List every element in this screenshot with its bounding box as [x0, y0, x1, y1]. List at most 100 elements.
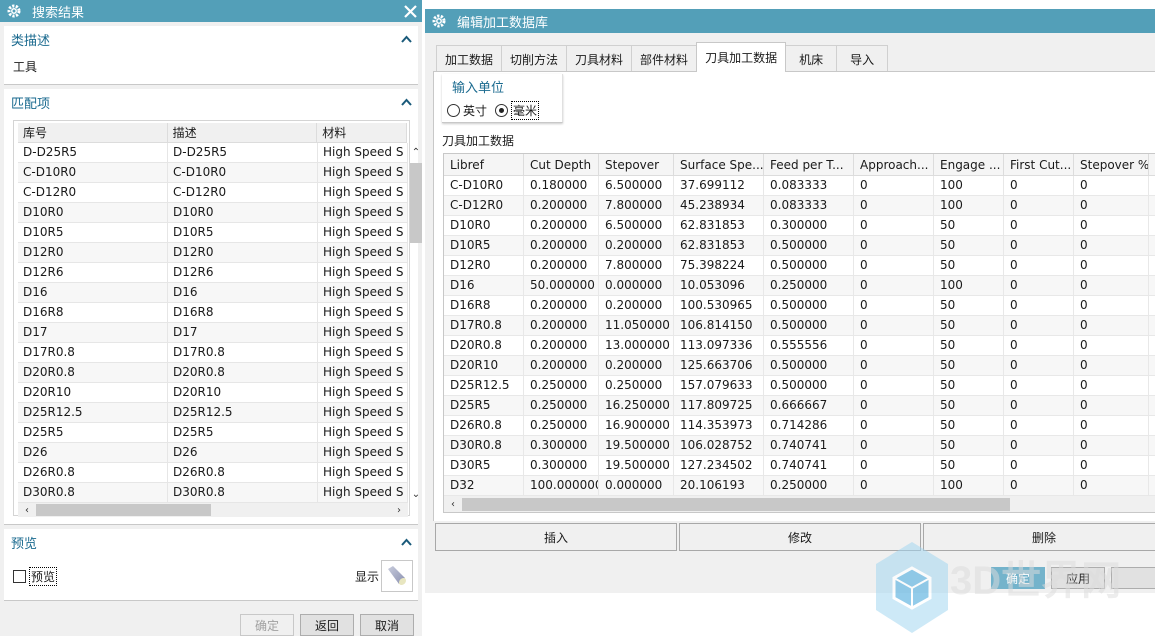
table-row[interactable]: D30R0.8 D30R0.8 High Speed S	[18, 483, 408, 503]
preview-header[interactable]: 预览	[4, 529, 418, 555]
apply-button[interactable]: 应用	[1051, 567, 1105, 589]
tab-import[interactable]: 导入	[836, 45, 889, 72]
ok-button[interactable]: 确定	[991, 567, 1045, 589]
scroll-left-icon[interactable]: ‹	[20, 503, 34, 517]
column-header[interactable]: Surface Spe...	[674, 154, 764, 175]
table-cell: D10R0	[444, 216, 524, 235]
preview-checkbox[interactable]: 预览	[13, 566, 58, 586]
column-header[interactable]: Libref	[444, 154, 524, 175]
column-header[interactable]: 描述	[168, 123, 318, 143]
scrollbar-thumb[interactable]	[410, 163, 422, 243]
ok-button[interactable]: 确定	[240, 614, 294, 636]
table-cell: D25R12.5	[168, 403, 318, 423]
horizontal-scrollbar[interactable]: ‹ ›	[18, 503, 408, 517]
table-cell: 45.238934	[674, 196, 764, 215]
table-cell: D30R0.8	[18, 483, 168, 503]
table-row[interactable]: D26 D26 High Speed S	[18, 443, 408, 463]
table-row[interactable]: D16 50.000000 0.000000 10.053096 0.250000 0 10…	[444, 276, 1155, 296]
table-row[interactable]: D32 100.000000 0.000000 20.106193 0.250000 0 1…	[444, 476, 1155, 496]
table-row[interactable]: D25R12.5 D25R12.5 High Speed S	[18, 403, 408, 423]
table-cell: 0	[1004, 216, 1074, 235]
display-tool-button[interactable]	[381, 560, 413, 592]
tab-part-material[interactable]: 部件材料	[631, 45, 698, 72]
table-cell: 0.500000	[764, 356, 854, 375]
table-row[interactable]: D12R0 D12R0 High Speed S	[18, 243, 408, 263]
table-row[interactable]: D-D25R5 D-D25R5 High Speed S	[18, 143, 408, 163]
scrollbar-thumb[interactable]	[36, 504, 211, 516]
column-header[interactable]: Stepover %	[1074, 154, 1149, 175]
table-row[interactable]: D26R0.8 D26R0.8 High Speed S	[18, 463, 408, 483]
table-cell: D20R0.8	[444, 336, 524, 355]
edit-database-titlebar: 编辑加工数据库	[425, 9, 1155, 33]
horizontal-scrollbar[interactable]: ‹	[444, 496, 1155, 512]
radio-circle[interactable]	[495, 104, 509, 117]
table-cell: C-D12R0	[168, 183, 318, 203]
column-header[interactable]: Cut Depth	[524, 154, 599, 175]
table-cell: 50	[934, 316, 1004, 335]
scroll-left-icon[interactable]: ‹	[446, 497, 460, 511]
table-row[interactable]: D20R0.8 D20R0.8 High Speed S	[18, 363, 408, 383]
table-row[interactable]: D10R0 0.200000 6.500000 62.831853 0.300000 0 5…	[444, 216, 1155, 236]
chevron-up-icon[interactable]	[400, 97, 412, 107]
match-items-header[interactable]: 匹配项	[4, 89, 418, 115]
table-cell: 0	[1074, 256, 1149, 275]
dialog-title: 搜索结果	[32, 5, 85, 21]
vertical-scrollbar[interactable]: ⌃ ⌄	[408, 143, 424, 503]
scroll-up-icon[interactable]: ⌃	[409, 145, 423, 159]
table-row[interactable]: D20R10 D20R10 High Speed S	[18, 383, 408, 403]
delete-button[interactable]: 删除	[923, 523, 1155, 551]
table-row[interactable]: C-D12R0 0.200000 7.800000 45.238934 0.083333…	[444, 196, 1155, 216]
scrollbar-thumb[interactable]	[462, 498, 1010, 511]
table-row[interactable]: D10R5 0.200000 0.200000 62.831853 0.500000 0 5…	[444, 236, 1155, 256]
class-description-header[interactable]: 类描述	[4, 26, 418, 52]
table-row[interactable]: D17R0.8 0.200000 11.050000 106.814150 0.5000…	[444, 316, 1155, 336]
insert-button[interactable]: 插入	[435, 523, 677, 551]
tab-tool-machining-data[interactable]: 刀具加工数据	[696, 42, 787, 72]
table-row[interactable]: D12R6 D12R6 High Speed S	[18, 263, 408, 283]
scroll-down-icon[interactable]: ⌄	[409, 487, 423, 501]
table-row[interactable]: D26R0.8 0.250000 16.900000 114.353973 0.7142…	[444, 416, 1155, 436]
tab-machining-data[interactable]: 加工数据	[436, 45, 503, 72]
close-icon[interactable]	[402, 2, 418, 20]
column-header[interactable]: Engage ...	[934, 154, 1004, 175]
table-row[interactable]: D30R5 0.300000 19.500000 127.234502 0.740741…	[444, 456, 1155, 476]
table-row[interactable]: D25R5 D25R5 High Speed S	[18, 423, 408, 443]
scroll-right-icon[interactable]: ›	[392, 503, 406, 517]
radio-millimeter[interactable]: 毫米	[495, 101, 540, 120]
tab-tool-material[interactable]: 刀具材料	[566, 45, 633, 72]
chevron-up-icon[interactable]	[400, 34, 412, 44]
column-header[interactable]: Stepover	[599, 154, 674, 175]
table-row[interactable]: D16 D16 High Speed S	[18, 283, 408, 303]
table-row[interactable]: D10R5 D10R5 High Speed S	[18, 223, 408, 243]
table-row[interactable]: C-D12R0 C-D12R0 High Speed S	[18, 183, 408, 203]
table-row[interactable]: D17R0.8 D17R0.8 High Speed S	[18, 343, 408, 363]
radio-inch[interactable]: 英寸	[447, 102, 487, 119]
table-row[interactable]: C-D10R0 0.180000 6.500000 37.699112 0.083333…	[444, 176, 1155, 196]
table-row[interactable]: D16R8 0.200000 0.200000 100.530965 0.500000 0…	[444, 296, 1155, 316]
table-row[interactable]: D25R5 0.250000 16.250000 117.809725 0.666667…	[444, 396, 1155, 416]
column-header[interactable]: Approach...	[854, 154, 934, 175]
back-button[interactable]: 返回	[300, 614, 354, 636]
table-row[interactable]: C-D10R0 C-D10R0 High Speed S	[18, 163, 408, 183]
tab-machine[interactable]: 机床	[785, 45, 838, 72]
column-header[interactable]: Feed per T...	[764, 154, 854, 175]
table-row[interactable]: D12R0 0.200000 7.800000 75.398224 0.500000 0 5…	[444, 256, 1155, 276]
table-row[interactable]: D30R0.8 0.300000 19.500000 106.028752 0.7407…	[444, 436, 1155, 456]
cancel-button[interactable]: 取消	[360, 614, 414, 636]
table-row[interactable]: D10R0 D10R0 High Speed S	[18, 203, 408, 223]
cancel-button[interactable]	[1111, 567, 1155, 589]
column-header[interactable]: First Cut...	[1004, 154, 1074, 175]
table-row[interactable]: D16R8 D16R8 High Speed S	[18, 303, 408, 323]
radio-circle[interactable]	[447, 104, 460, 117]
table-row[interactable]: D20R10 0.200000 0.200000 125.663706 0.500000…	[444, 356, 1155, 376]
modify-button[interactable]: 修改	[679, 523, 921, 551]
table-row[interactable]: D17 D17 High Speed S	[18, 323, 408, 343]
column-header[interactable]: 材料	[317, 123, 407, 143]
table-cell: 0.200000	[524, 236, 599, 255]
checkbox-box[interactable]	[13, 569, 26, 583]
tab-cut-method[interactable]: 切削方法	[501, 45, 568, 72]
column-header[interactable]: 库号	[18, 123, 168, 143]
table-row[interactable]: D25R12.5 0.250000 0.250000 157.079633 0.5000…	[444, 376, 1155, 396]
chevron-up-icon[interactable]	[400, 537, 412, 547]
table-row[interactable]: D20R0.8 0.200000 13.000000 113.097336 0.5555…	[444, 336, 1155, 356]
